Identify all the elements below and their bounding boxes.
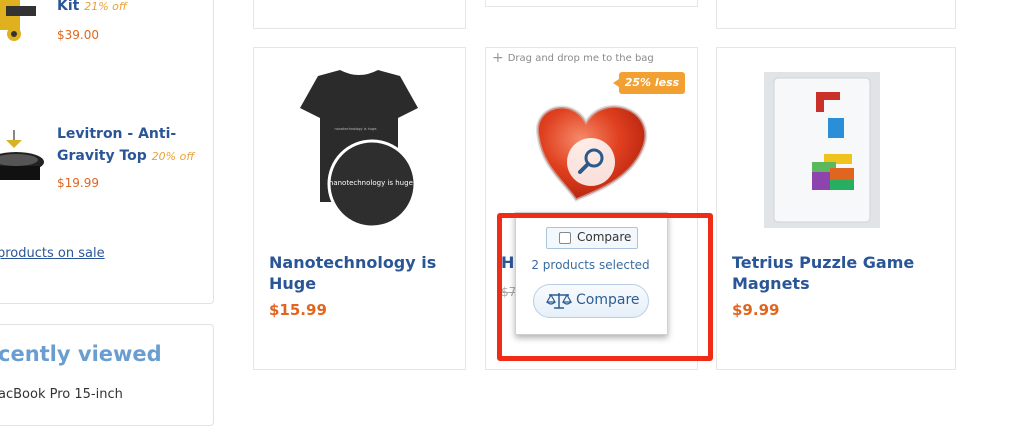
product-card [485,0,698,7]
product-name-link[interactable]: Nanotechnology is Huge [269,252,439,294]
sale-item-thumbnail-kit[interactable] [0,0,48,42]
recently-viewed-title: cently viewed [0,342,162,366]
product-card [253,0,466,29]
discount-badge: 25% less [613,72,685,94]
sale-item-levitron-link[interactable]: Levitron - Anti-Gravity Top 20% off [57,123,197,168]
sale-item-kit-link[interactable]: Kit 21% off [57,0,127,18]
sale-item-price: $19.99 [57,176,99,190]
magnifier-icon [578,148,604,174]
tshirt-small-print-text: nanotechnology is huge. [334,127,377,131]
highlight-box [497,213,713,361]
recently-viewed-item[interactable]: acBook Pro 15-inch [0,387,123,402]
sale-item-thumbnail-levitron[interactable] [0,128,48,186]
drag-hint-text: Drag and drop me to the bag [507,53,654,64]
sale-item-price: $39.00 [57,28,99,42]
tshirt-print-text: nanotechnology is huge. [329,179,415,187]
products-on-sale-link[interactable]: products on sale [0,246,105,261]
sale-item-discount: 21% off [84,0,127,13]
sale-item-name[interactable]: Kit [57,0,79,14]
product-card [716,0,956,29]
product-price: $9.99 [732,301,780,319]
zoom-button[interactable] [567,138,615,186]
product-name-link[interactable]: Tetrius Puzzle Game Magnets [732,252,932,294]
product-image-tetrius[interactable] [764,72,880,228]
sale-item-discount: 20% off [151,150,195,163]
product-image-tshirt[interactable]: nanotechnology is huge. nanotechnology i… [296,68,422,229]
drag-plus-icon: + [492,50,504,66]
recently-viewed-box [0,324,214,426]
product-price: $15.99 [269,301,327,319]
drag-hint[interactable]: + Drag and drop me to the bag [492,49,654,66]
